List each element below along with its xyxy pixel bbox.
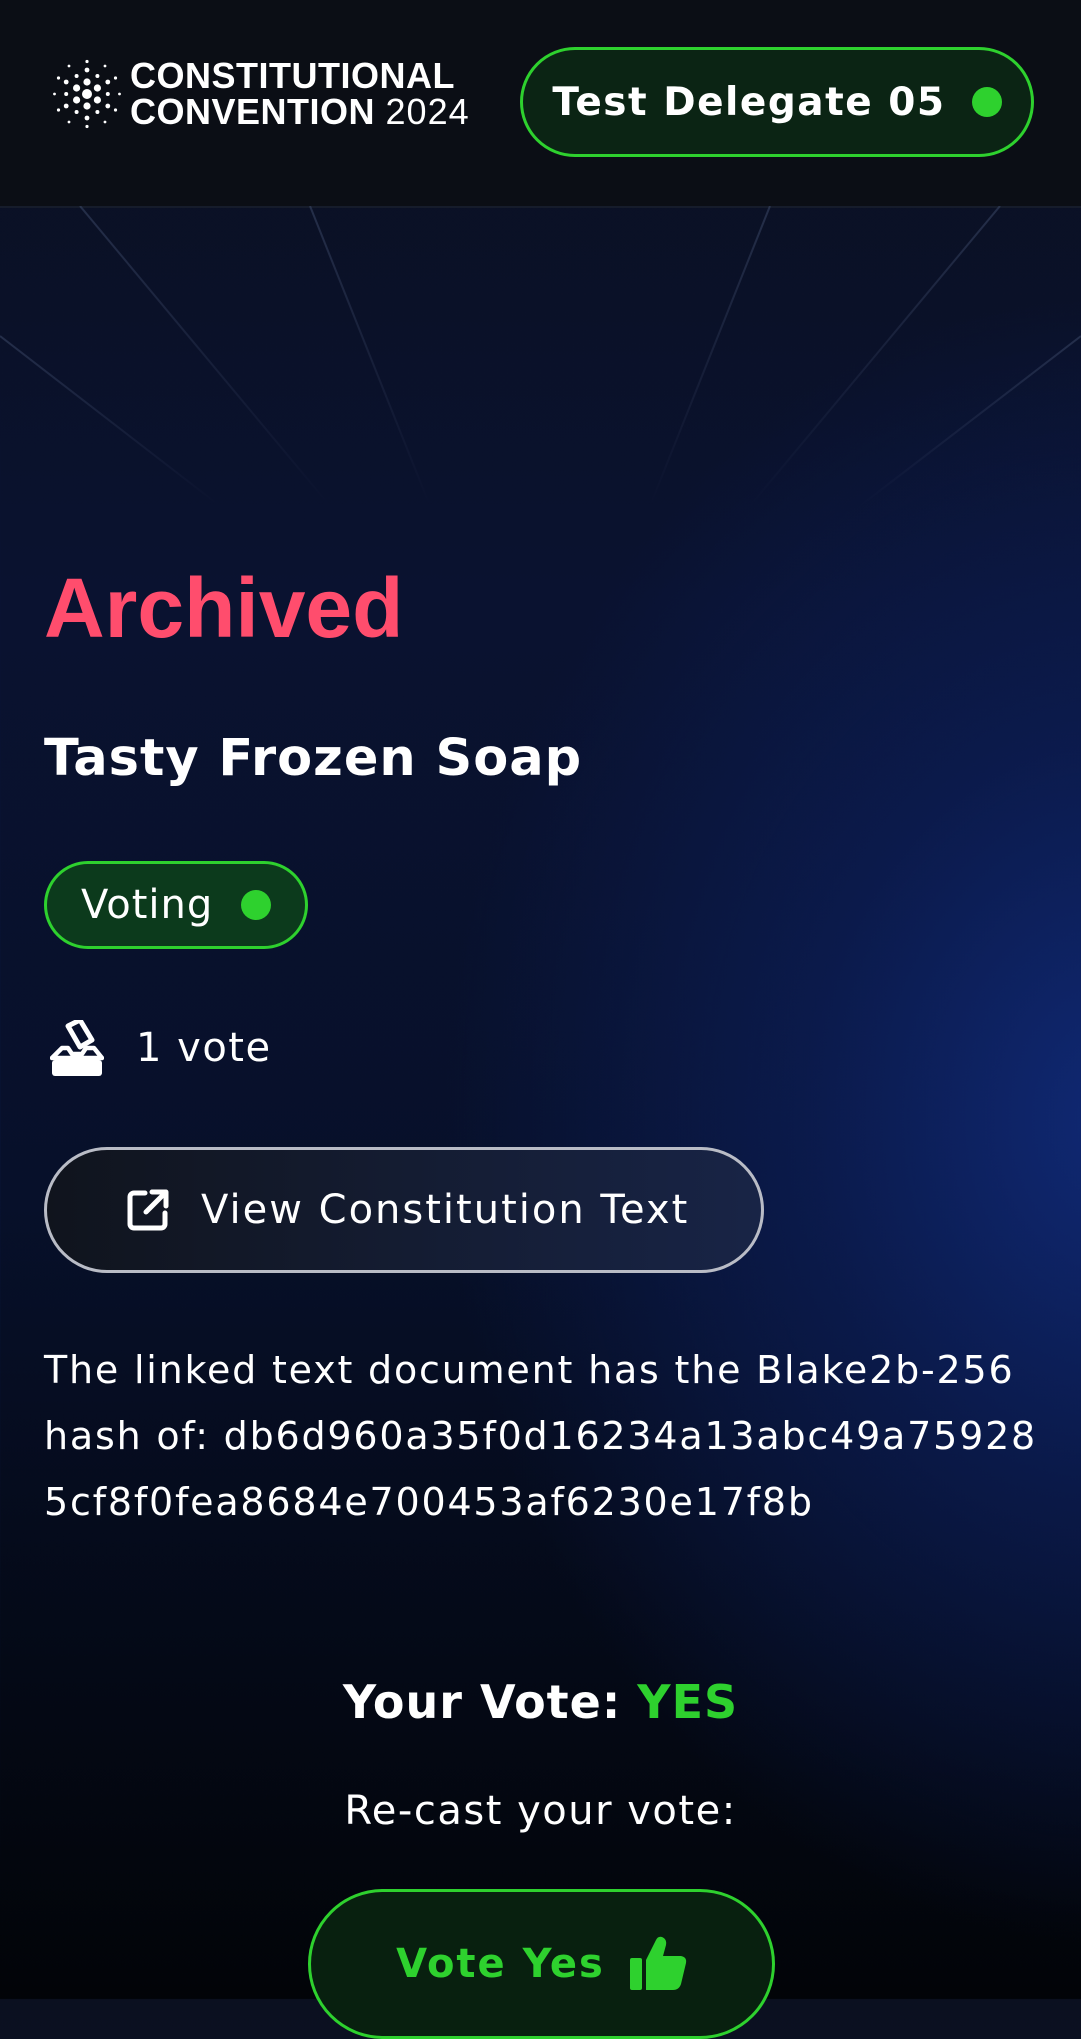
vote-count-label: 1 vote (136, 1025, 272, 1071)
ballot-box-icon (50, 1020, 104, 1076)
proposal-title: Tasty Frozen Soap (44, 729, 583, 788)
thumbs-up-icon (629, 1936, 686, 1990)
vote-yes-button[interactable]: Vote Yes (308, 1889, 775, 2039)
logo-wordmark: CONSTITUTIONAL CONVENTION 2024 (130, 58, 470, 130)
connected-status-dot (971, 87, 1002, 117)
logo-line-1: CONSTITUTIONAL (130, 55, 455, 96)
recast-vote-label: Re-cast your vote: (344, 1788, 737, 1834)
view-constitution-text-button[interactable]: View Constitution Text (44, 1147, 764, 1273)
your-vote-row: Your Vote: YES (0, 1672, 1081, 1732)
your-vote-label: Your Vote: (342, 1675, 622, 1729)
voting-active-dot (241, 890, 272, 920)
your-vote-value: YES (637, 1675, 739, 1729)
voting-phase-badge: Voting (44, 861, 308, 949)
convention-logo[interactable]: CONSTITUTIONAL CONVENTION 2024 (52, 58, 470, 130)
grid-backdrop-decoration (0, 206, 1081, 506)
delegate-account-button[interactable]: Test Delegate 05 (520, 47, 1034, 157)
proposal-status-heading: Archived (44, 561, 404, 655)
logo-year: 2024 (385, 91, 470, 132)
voting-phase-label: Voting (81, 882, 214, 928)
document-hash-text: The linked text document has the Blake2b… (44, 1348, 1038, 1524)
top-header: CONSTITUTIONAL CONVENTION 2024 Test Dele… (0, 0, 1081, 208)
cardano-logo-icon (53, 59, 121, 129)
external-link-icon (127, 1189, 169, 1231)
vote-yes-label: Vote Yes (396, 1941, 605, 1987)
vote-count-row: 1 vote (50, 1020, 272, 1076)
delegate-name: Test Delegate 05 (552, 79, 946, 125)
logo-convention: CONVENTION (130, 91, 376, 132)
view-constitution-text-label: View Constitution Text (201, 1187, 690, 1233)
logo-line-2: CONVENTION 2024 (130, 94, 470, 130)
